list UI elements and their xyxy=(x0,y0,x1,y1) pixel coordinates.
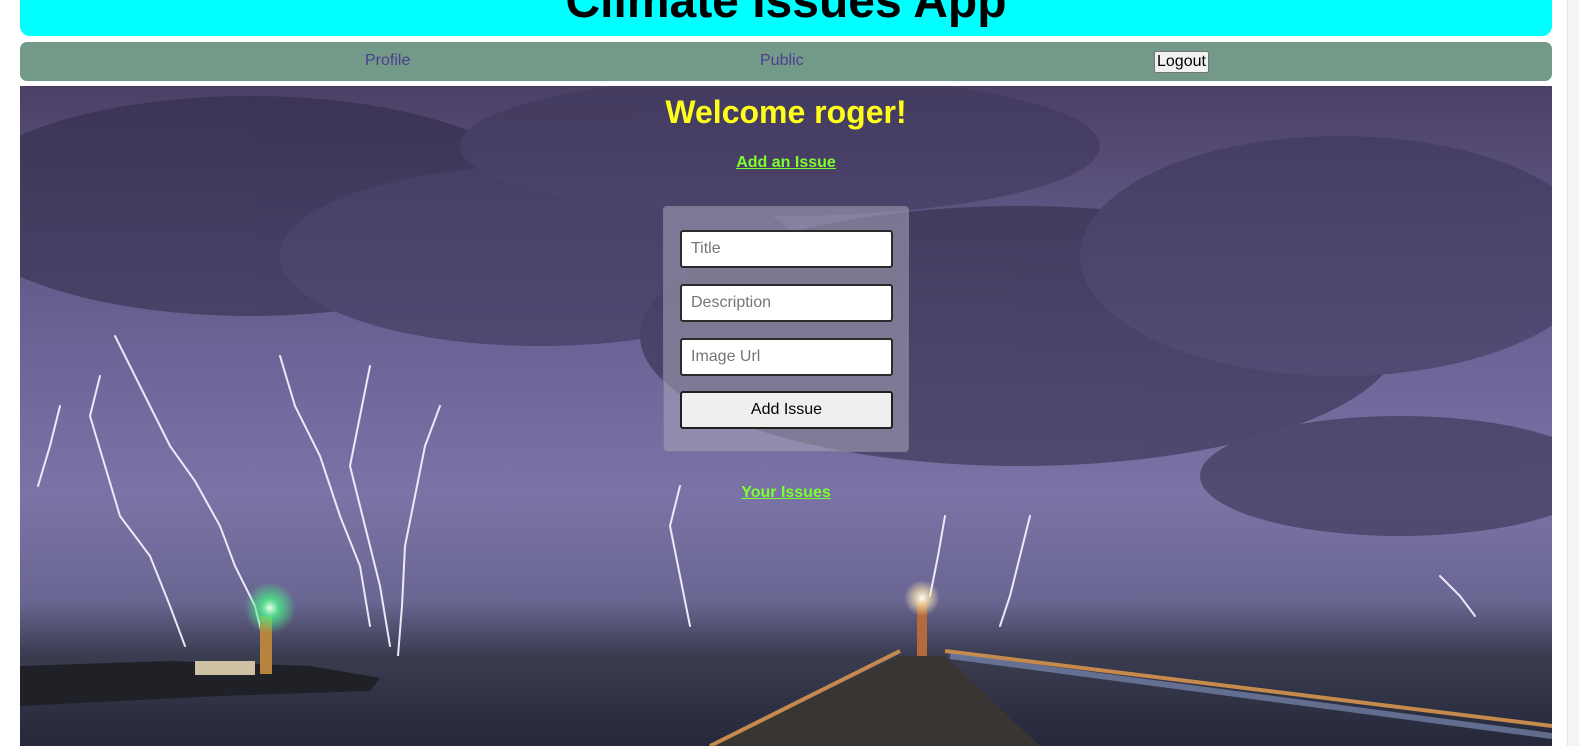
app-header: Climate Issues App xyxy=(20,0,1552,36)
nav-link-profile[interactable]: Profile xyxy=(365,52,410,70)
logout-button[interactable]: Logout xyxy=(1154,51,1209,73)
right-lighthouse-light xyxy=(904,580,940,616)
left-lighthouse-light xyxy=(244,582,296,634)
add-issue-button[interactable]: Add Issue xyxy=(680,391,893,429)
add-issue-link[interactable]: Add an Issue xyxy=(20,154,1552,172)
add-issue-form: Add Issue xyxy=(663,206,909,452)
hero-section: Welcome roger! Add an Issue Add Issue Yo… xyxy=(20,86,1552,746)
image-url-input[interactable] xyxy=(680,338,893,376)
app-title: Climate Issues App xyxy=(565,0,1007,28)
your-issues-link[interactable]: Your Issues xyxy=(20,484,1552,502)
description-input[interactable] xyxy=(680,284,893,322)
welcome-heading: Welcome roger! xyxy=(665,94,907,130)
title-input[interactable] xyxy=(680,230,893,268)
nav-link-public[interactable]: Public xyxy=(760,52,804,70)
page-scrollbar[interactable] xyxy=(1567,0,1579,746)
nav-bar: Profile Public Logout xyxy=(20,42,1552,81)
